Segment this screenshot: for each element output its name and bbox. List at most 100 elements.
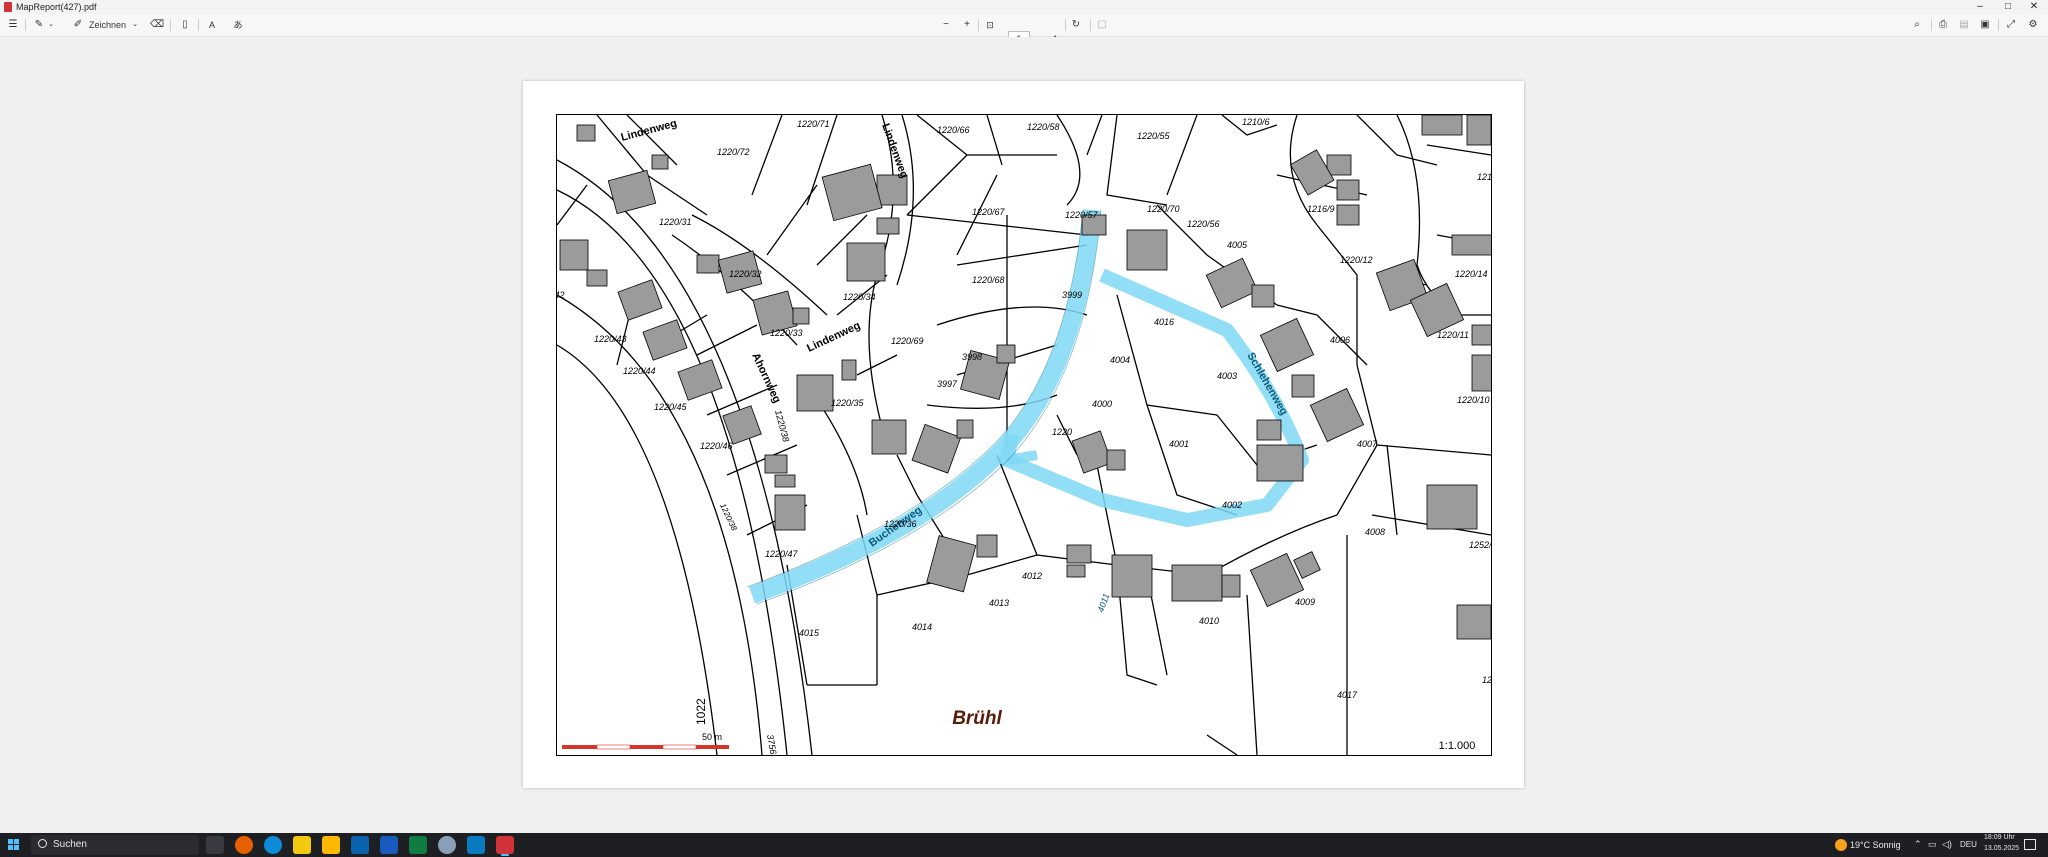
translate-icon[interactable]: あ [230, 18, 246, 32]
scale-bar-label: 50 m [702, 732, 722, 742]
parcel-number: 1220/12 [1340, 255, 1373, 265]
document-viewer[interactable]: Lindenweg Lindenweg Lindenweg Ahornweg B… [0, 37, 2048, 833]
parcel-number: 1220/32 [729, 269, 762, 279]
draw-label[interactable]: Zeichnen [89, 18, 129, 32]
excel-icon[interactable] [409, 836, 427, 854]
task-view-icon[interactable] [206, 836, 224, 854]
taskbar-search[interactable]: Suchen [31, 835, 199, 855]
rotate-icon[interactable]: ↻ [1069, 18, 1083, 32]
parcel-number: 4009 [1295, 597, 1315, 607]
parcel-number: 1220/57 [1065, 210, 1099, 220]
firefox-icon[interactable] [235, 836, 253, 854]
highlight-icon[interactable]: ✎ [32, 18, 46, 32]
parcel-number: 1252/1 [1469, 540, 1491, 550]
eraser-icon[interactable]: ⌫ [150, 18, 164, 32]
parcel-number: 1220/43 [594, 334, 627, 344]
parcel-number: 1220/14 [1455, 269, 1488, 279]
chevron-up-icon[interactable]: ⌃ [1914, 839, 1922, 850]
parcel-number: 1220/10 [1457, 395, 1490, 405]
print-icon[interactable]: ⎙ [1936, 18, 1950, 32]
parcel-number: 1022 [694, 698, 708, 725]
maximize-button[interactable]: □ [1994, 0, 2022, 14]
parcel-number: 4014 [912, 622, 932, 632]
fit-page-icon[interactable]: ⊡ [984, 18, 996, 32]
parcel-number: 1220/56 [1187, 219, 1220, 229]
language-indicator[interactable]: DEU [1960, 840, 1977, 849]
window-title: MapReport(427).pdf [16, 2, 97, 12]
read-aloud-icon[interactable]: A [205, 18, 219, 32]
parcel-number: 1220/71 [797, 119, 830, 129]
start-button[interactable] [8, 839, 20, 851]
pdf-viewer-icon[interactable] [496, 836, 514, 856]
app-icon[interactable] [438, 836, 456, 854]
word-icon[interactable] [380, 836, 398, 854]
sticky-notes-icon[interactable] [322, 836, 340, 854]
view-icon[interactable]: ▯ [178, 18, 192, 32]
parcel-number: 4013 [989, 598, 1009, 608]
parcel-number: 4017 [1337, 690, 1358, 700]
zoom-in-icon[interactable]: + [962, 18, 972, 32]
parcel-number: 4015 [799, 628, 820, 638]
notifications-icon[interactable] [2024, 839, 2036, 850]
parcel-number: 1220/33 [770, 328, 803, 338]
street-label: Lindenweg [879, 122, 910, 180]
close-button[interactable]: ✕ [2020, 0, 2048, 14]
search-icon[interactable]: ⌕ [1910, 18, 1924, 32]
edge-icon[interactable] [264, 836, 282, 854]
scale-bar: 50 m [562, 732, 729, 750]
parcel-number: 3997 [937, 379, 958, 389]
pdf-page: Lindenweg Lindenweg Lindenweg Ahornweg B… [523, 81, 1524, 788]
parcel-number: 4011 [1095, 592, 1111, 614]
chevron-down-icon[interactable]: ⌄ [131, 18, 139, 32]
outlook-icon[interactable] [351, 836, 369, 854]
parcel-number: 4010 [1199, 616, 1219, 626]
parcel-number: 4004 [1110, 355, 1130, 365]
parcel-number: 4007 [1357, 439, 1378, 449]
parcel-number: 4006 [1330, 335, 1350, 345]
save-as-icon[interactable]: ▣ [1978, 18, 1992, 32]
volume-icon[interactable]: ◁) [1942, 839, 1952, 850]
save-icon[interactable]: ▤ [1957, 18, 1971, 32]
network-icon[interactable]: ▭ [1928, 839, 1937, 850]
search-placeholder: Suchen [53, 839, 87, 850]
parcel-number: 1220/58 [1027, 122, 1060, 132]
file-explorer-icon[interactable] [293, 836, 311, 854]
divider [1065, 19, 1066, 31]
parcel-number: 1220 [1052, 427, 1072, 437]
street-label: Lindenweg [620, 117, 679, 143]
contents-icon[interactable]: ☰ [6, 18, 20, 32]
parcel-number: 1220/47 [765, 549, 799, 559]
parcel-number: 3999 [1062, 290, 1082, 300]
parcel-number: 1220/31 [659, 217, 692, 227]
divider [1931, 19, 1932, 31]
draw-icon[interactable]: ✐ [72, 18, 84, 32]
page-view-icon[interactable]: ▢ [1095, 18, 1109, 32]
parcel-number: 1220/46 [700, 441, 733, 451]
parcel-number: 1220/45 [654, 402, 688, 412]
divider [1998, 19, 1999, 31]
clock-date[interactable]: 13.05.2025 [1984, 845, 2019, 852]
zoom-out-icon[interactable]: − [941, 18, 951, 32]
buildings [559, 115, 1491, 640]
settings-icon[interactable]: ⚙ [2026, 18, 2040, 32]
parcel-number: 4016 [1154, 317, 1174, 327]
fullscreen-icon[interactable]: ⤢ [2004, 18, 2018, 32]
weather-text[interactable]: 19°C Sonnig [1850, 840, 1901, 850]
parcel-number: 37562 [765, 734, 779, 755]
parcel-number: 1210/6 [1242, 117, 1270, 127]
parcel-number: 3998 [962, 352, 982, 362]
chevron-down-icon[interactable]: ⌄ [47, 18, 55, 32]
parcel-number: 4001 [1169, 439, 1189, 449]
parcel-number: 1252 [1482, 675, 1491, 685]
parcel-number: 4005 [1227, 240, 1248, 250]
taskbar: Suchen 19°C Sonnig ⌃ ▭ ◁) DEU 18:09 Uhr … [0, 833, 2048, 857]
clock-time[interactable]: 18:09 Uhr [1984, 834, 2015, 841]
title-bar: MapReport(427).pdf – □ ✕ [0, 0, 2048, 14]
app-icon[interactable] [467, 836, 485, 854]
map-scale: 1:1.000 [1439, 740, 1476, 752]
parcel-number: 1220/68 [972, 275, 1005, 285]
minimize-button[interactable]: – [1966, 0, 1994, 14]
parcel-number: 1220/55 [1137, 131, 1171, 141]
parcel-number: 1220/72 [717, 147, 750, 157]
parcel-number: 4002 [1222, 500, 1242, 510]
